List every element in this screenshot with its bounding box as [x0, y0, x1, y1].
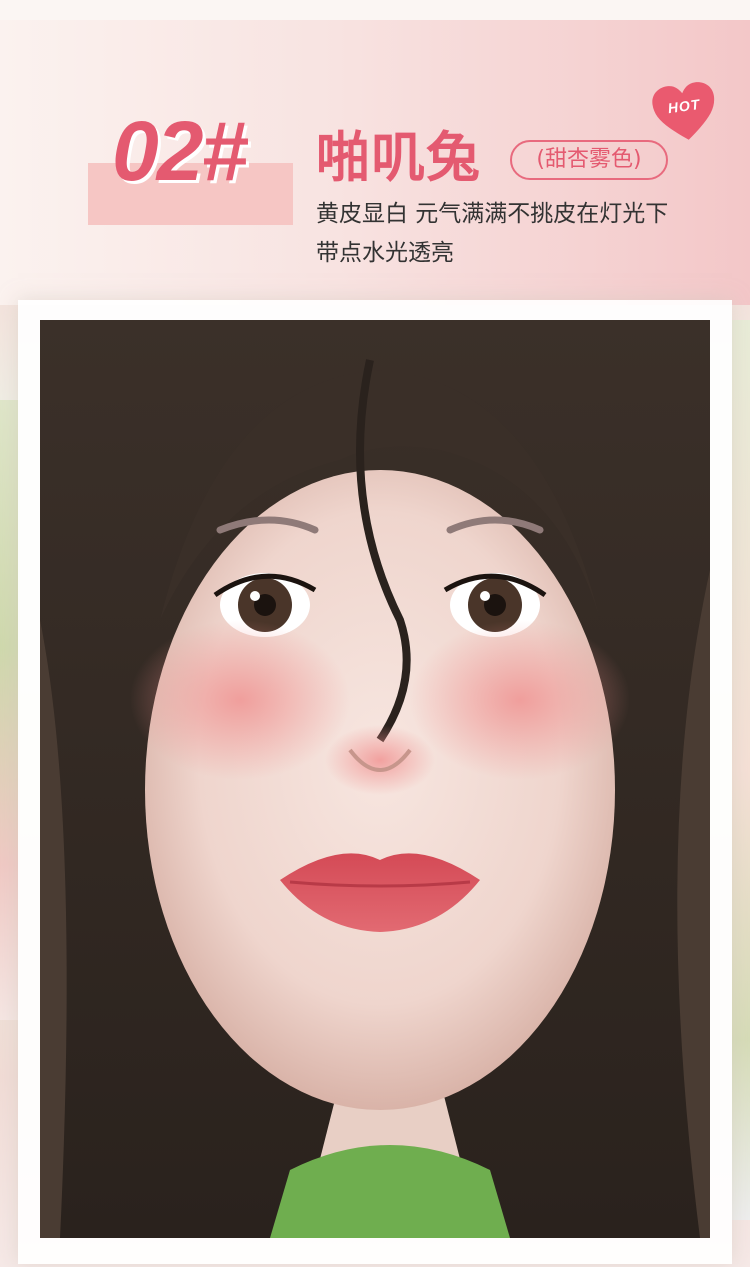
background-blur-right [732, 320, 750, 1220]
top-strip [0, 0, 750, 22]
shade-tag-pill: (甜杏雾色) [510, 140, 668, 180]
model-face-illustration [40, 320, 710, 1238]
model-photo [40, 320, 710, 1238]
hot-heart-badge: HOT [648, 78, 722, 149]
shade-name: 啪叽兔 [316, 126, 481, 189]
description-line-2: 带点水光透亮 [316, 240, 454, 266]
background-blur-left [0, 400, 20, 1020]
description-line-1: 黄皮显白 元气满满不挑皮在灯光下 [316, 201, 669, 227]
shade-number: 02# [112, 104, 248, 198]
